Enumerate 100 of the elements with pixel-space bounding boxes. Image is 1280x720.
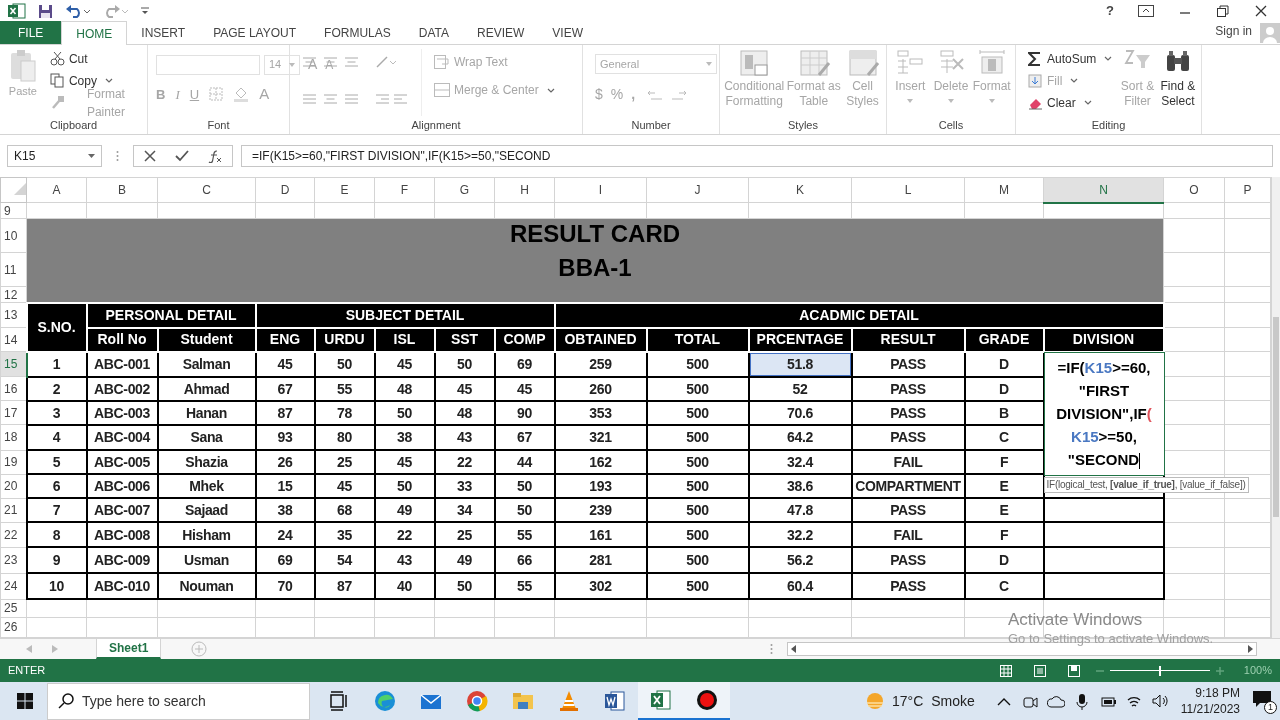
column-header[interactable]: J [646, 177, 749, 203]
formula-field[interactable]: =IF(K15>=60,"FIRST DIVISION",IF(K15>=50,"SECOND [241, 145, 1273, 167]
weather-condition[interactable]: Smoke [931, 690, 975, 712]
sign-in-link[interactable]: Sign in [1215, 22, 1252, 40]
column-header[interactable]: A [26, 177, 87, 203]
ribbon-tab[interactable]: DATA [404, 21, 463, 44]
ribbon-command[interactable]: Copy [49, 71, 143, 90]
column-header[interactable]: O [1163, 177, 1225, 203]
table-cell: FAIL [851, 450, 965, 475]
table-cell: Salman [157, 351, 256, 377]
row-header[interactable]: 16 [0, 376, 27, 401]
row-header[interactable]: 21 [0, 498, 27, 523]
caret-icon [88, 154, 95, 158]
chrome-icon[interactable] [466, 690, 488, 712]
row-header[interactable]: 19 [0, 450, 27, 475]
column-header[interactable]: I [554, 177, 647, 203]
cancel-icon[interactable] [143, 150, 156, 162]
column-header[interactable]: G [434, 177, 495, 203]
cell-editor[interactable]: =IF(K15>=60, "FIRST DIVISION",IF( K15>=50, "SECOND [1043, 351, 1165, 476]
ribbon-tab[interactable]: PAGE LAYOUT [199, 21, 311, 44]
function-icon[interactable] [208, 149, 223, 163]
task-view-icon[interactable] [328, 690, 350, 712]
cone-icon[interactable] [558, 690, 580, 712]
row-header[interactable]: 20 [0, 474, 27, 499]
row-header[interactable]: 17 [0, 400, 27, 425]
row-header[interactable]: 11 [0, 252, 27, 287]
clock-time[interactable]: 9:18 PM [1195, 685, 1240, 701]
column-header[interactable]: B [86, 177, 158, 203]
notification-icon [1252, 690, 1272, 708]
restore-icon[interactable] [1216, 5, 1230, 17]
ribbon-tab[interactable]: REVIEW [463, 21, 539, 44]
column-header[interactable]: L [851, 177, 965, 203]
table-cell: 9 [26, 547, 87, 574]
caret-icon [706, 62, 712, 66]
sheet-subtitle: BBA-1 [558, 254, 632, 282]
ribbon-command[interactable]: AutoSum [1028, 49, 1117, 68]
caret-icon [546, 87, 555, 93]
ribbon-tab[interactable]: INSERT [127, 21, 200, 44]
name-box[interactable]: K15 [7, 145, 102, 167]
column-header[interactable]: P [1224, 177, 1271, 203]
excel-icon[interactable] [650, 689, 672, 711]
sigma-icon [1028, 51, 1043, 66]
column-header[interactable]: N [1043, 177, 1164, 203]
close-icon[interactable] [1254, 5, 1268, 17]
temperature[interactable]: 17°C [891, 690, 924, 712]
record-icon[interactable] [696, 689, 718, 711]
column-header[interactable]: K [748, 177, 852, 203]
table-cell: ABC-010 [86, 573, 158, 600]
word-icon[interactable] [604, 690, 626, 712]
undo-icon[interactable] [65, 4, 91, 18]
customize-toolbar-icon[interactable] [141, 7, 149, 15]
sheet-tab[interactable]: Sheet1 [96, 639, 162, 659]
column-header[interactable]: H [494, 177, 555, 203]
row-header[interactable]: 13 [0, 302, 27, 328]
folder-icon[interactable] [512, 690, 534, 712]
scrollbar-thumb[interactable] [1273, 317, 1279, 517]
table-cell: 47.8 [748, 498, 852, 523]
page-layout-icon[interactable] [1033, 664, 1046, 677]
speaker-icon[interactable] [1150, 692, 1169, 710]
ribbon-command[interactable]: Find & Select [1158, 49, 1197, 116]
table-cell: 353 [554, 400, 647, 425]
file-tab[interactable]: FILE [0, 21, 62, 44]
table-cell: ABC-009 [86, 547, 158, 574]
ribbon-command[interactable]: Clear [1028, 93, 1096, 112]
clock-date[interactable]: 11/21/2023 [1180, 701, 1240, 717]
normal-view-icon[interactable] [999, 664, 1012, 677]
ribbon-tab[interactable]: HOME [61, 21, 128, 45]
row-header[interactable]: 15 [0, 351, 27, 377]
save-icon[interactable] [38, 3, 53, 19]
group-label: Cells [938, 117, 964, 133]
row-header[interactable]: 14 [0, 327, 27, 352]
table-cell: 500 [646, 450, 749, 475]
row-header[interactable]: 18 [0, 424, 27, 450]
windows-logo-icon[interactable] [17, 693, 33, 709]
header-cell: S.NO. [26, 302, 87, 352]
slider-thumb[interactable] [1158, 665, 1161, 676]
column-header[interactable]: F [374, 177, 435, 203]
row-header[interactable]: 22 [0, 522, 27, 548]
ribbon-tab[interactable]: VIEW [538, 21, 597, 44]
check-icon[interactable] [175, 150, 189, 162]
zoom-slider[interactable] [1109, 665, 1210, 676]
row-header[interactable]: 10 [0, 218, 27, 253]
header-cell: OBTAINED [554, 327, 647, 352]
search-box[interactable]: Type here to search [47, 682, 310, 720]
ribbon-tab[interactable]: FORMULAS [310, 21, 405, 44]
row-header[interactable]: 24 [0, 573, 27, 600]
help-button[interactable]: ? [1106, 1, 1114, 21]
table-cell: 302 [554, 573, 647, 600]
ribbon-command[interactable]: Cut [49, 49, 143, 68]
row-header[interactable]: 23 [0, 547, 27, 574]
column-header[interactable]: E [314, 177, 375, 203]
row-header[interactable]: 26 [0, 617, 27, 638]
ribbon-display-icon[interactable] [1138, 5, 1154, 17]
zoom-level[interactable]: 100% [1243, 662, 1272, 679]
column-header[interactable]: C [157, 177, 256, 203]
redo-icon[interactable] [103, 4, 129, 18]
page-break-icon[interactable] [1067, 664, 1080, 677]
browser-icon[interactable] [374, 690, 396, 712]
column-header[interactable]: M [964, 177, 1044, 203]
column-header[interactable]: D [255, 177, 315, 203]
